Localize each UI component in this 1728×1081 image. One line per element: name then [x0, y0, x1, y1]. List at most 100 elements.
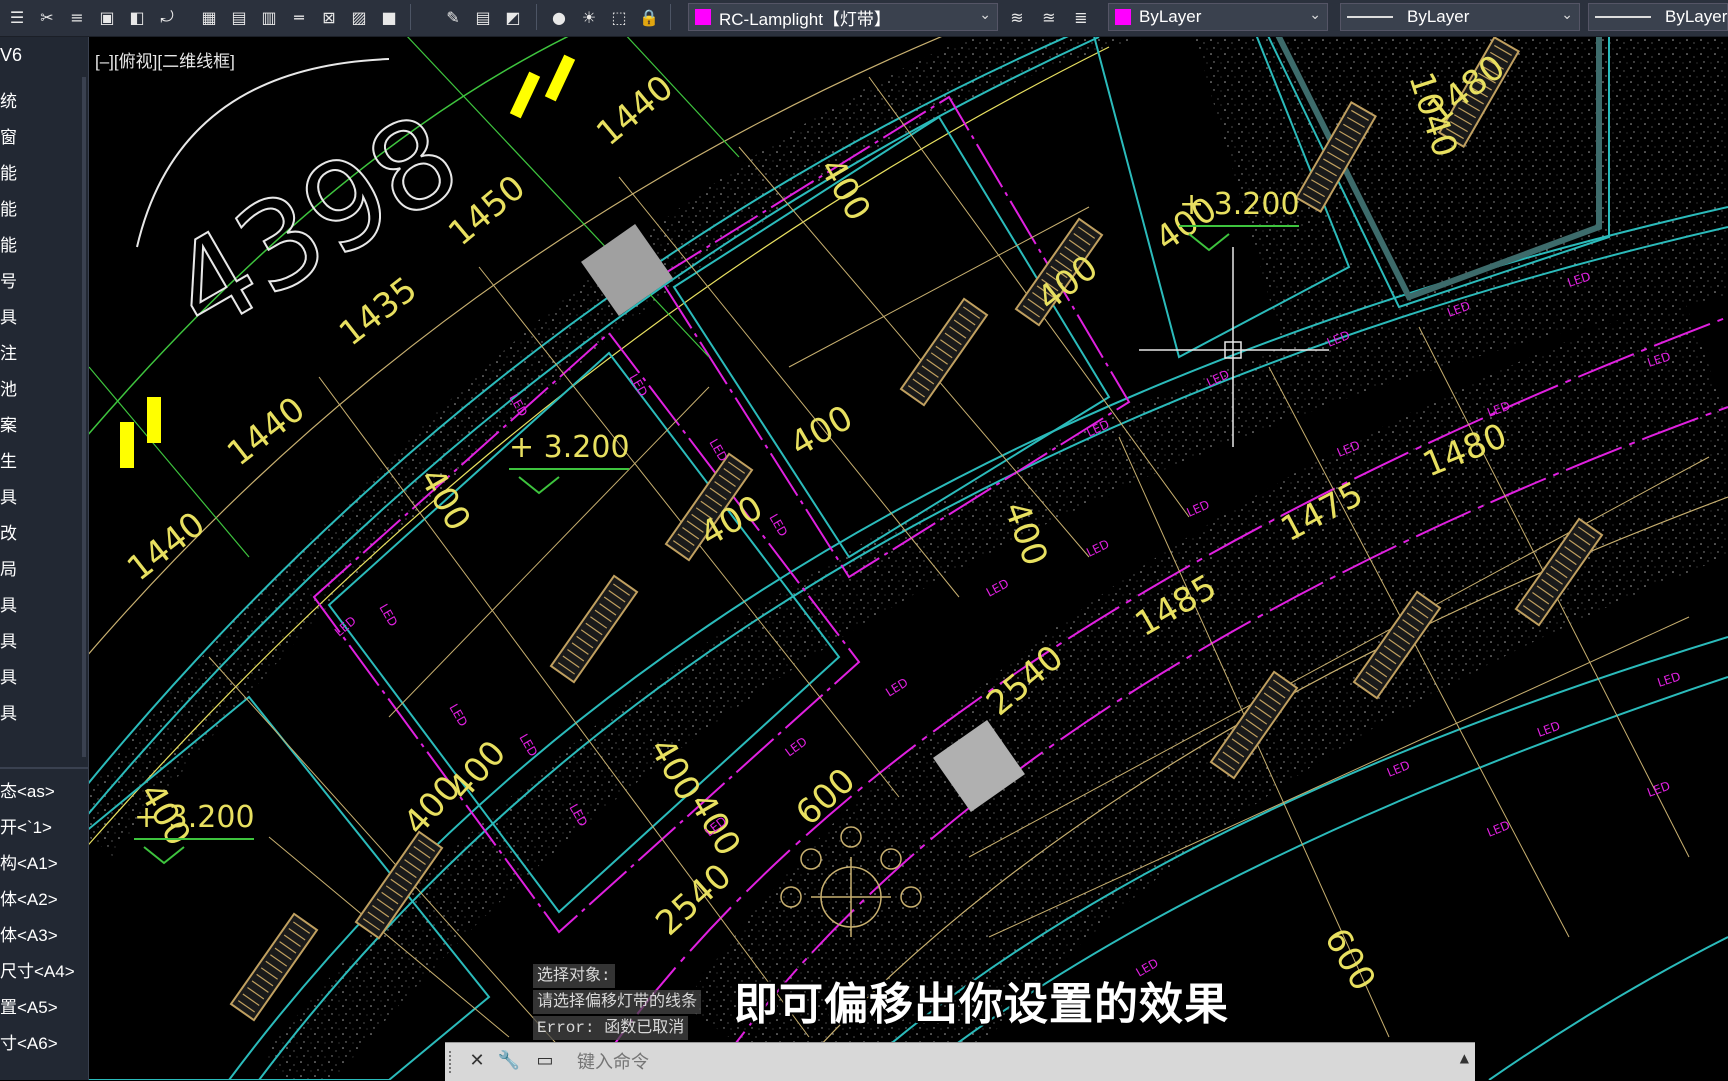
- dimension-label: 2540: [648, 856, 739, 944]
- close-icon[interactable]: ✕: [465, 1049, 489, 1073]
- top-toolbar: ☰ ✂ ≡ ▣ ◧ ⤾ ▦ ▤ ▥ ═ ⊠ ▨ ■ ✎ ▤ ◩ ● ☀ ⬚ 🔒 RC-Lamplight【灯带】 ⌄ …: [0, 0, 1728, 37]
- lock-icon[interactable]: 🔒: [636, 4, 662, 30]
- color-swatch: [1115, 9, 1131, 25]
- layer-state-icon[interactable]: ▣: [94, 4, 120, 30]
- led-label: LED: [1385, 758, 1412, 780]
- palette-item[interactable]: 具: [0, 483, 17, 508]
- chevron-down-icon: ⌄: [1561, 7, 1573, 23]
- layer-walk-icon[interactable]: ◧: [124, 4, 150, 30]
- layer-match-icon[interactable]: ═: [286, 4, 312, 30]
- linetype-dropdown-value: ByLayer: [1407, 7, 1470, 26]
- palette-item[interactable]: 统: [0, 87, 17, 112]
- palette-item[interactable]: 生: [0, 447, 17, 472]
- color-dropdown-value: ByLayer: [1139, 7, 1202, 26]
- palette-item[interactable]: 注: [0, 339, 17, 364]
- elevation-label: + 3.200: [1179, 187, 1300, 222]
- toolbar-separator: [410, 4, 411, 30]
- led-label: LED: [984, 576, 1011, 599]
- palette-item[interactable]: 能: [0, 159, 17, 184]
- palette-item[interactable]: 具: [0, 591, 17, 616]
- led-label: LED: [332, 613, 359, 639]
- palette-shortcut-item[interactable]: 体<A2>: [0, 885, 58, 910]
- layer-lock-icon[interactable]: ▥: [256, 4, 282, 30]
- chevron-down-icon: ⌄: [1309, 7, 1321, 23]
- palette-shortcut-item[interactable]: 态<as>: [0, 777, 55, 802]
- toolbar-separator: [670, 4, 671, 30]
- led-label: LED: [376, 602, 400, 629]
- layer-dropdown[interactable]: RC-Lamplight【灯带】 ⌄: [688, 3, 998, 31]
- led-label: LED: [1084, 537, 1111, 560]
- led-label: LED: [766, 512, 790, 539]
- color-dropdown[interactable]: ByLayer ⌄: [1108, 3, 1328, 31]
- chevron-down-icon: ⌄: [979, 7, 991, 23]
- linetype-dropdown[interactable]: ByLayer ⌄: [1340, 3, 1580, 31]
- palette-shortcut-item[interactable]: 置<A5>: [0, 993, 58, 1018]
- led-label: LED: [1485, 818, 1512, 840]
- palette-item[interactable]: 池: [0, 375, 17, 400]
- layer-merge-icon[interactable]: ⤾: [154, 4, 180, 30]
- light-fixture: [549, 574, 639, 684]
- palette-item[interactable]: 具: [0, 303, 17, 328]
- dimension-label: 1440: [120, 504, 213, 589]
- palette-item[interactable]: 具: [0, 627, 17, 652]
- palette-item[interactable]: 能: [0, 195, 17, 220]
- palette-item[interactable]: 案: [0, 411, 17, 436]
- viewport-freeze-icon[interactable]: ⬚: [606, 4, 632, 30]
- palette-item[interactable]: 窗: [0, 123, 17, 148]
- grip-handle[interactable]: [449, 1051, 457, 1073]
- palette-shortcut-item[interactable]: 开<`1>: [0, 813, 52, 838]
- toolbar-separator: [536, 4, 537, 30]
- layer-state-manager-icon[interactable]: ≣: [1068, 4, 1094, 30]
- video-subtitle: 即可偏移出你设置的效果: [734, 979, 1229, 1030]
- drawing-canvas[interactable]: 4398 1440 1450 1435 1440 1440 400 400 400 400 400…: [89, 37, 1728, 1080]
- palette-shortcut-item[interactable]: 体<A3>: [0, 921, 58, 946]
- sun-freeze-icon[interactable]: ☀: [576, 4, 602, 30]
- palette-item[interactable]: 具: [0, 663, 17, 688]
- lineweight-dropdown[interactable]: ByLayer: [1588, 3, 1728, 31]
- history-up-icon[interactable]: ▲: [1460, 1051, 1469, 1065]
- layer-tool-icon[interactable]: ☰: [4, 4, 30, 30]
- command-input[interactable]: [575, 1047, 1449, 1077]
- palette-item[interactable]: 改: [0, 519, 17, 544]
- layer-properties-icon[interactable]: ▤: [470, 4, 496, 30]
- palette-shortcut-item[interactable]: 尺寸<A4>: [0, 957, 75, 982]
- tool-palette: V6 统窗能能能号具注池案生具改局具具具具 态<as> 开<`1> 构<A1> 体<A…: [0, 37, 89, 1080]
- layer-stack-icon[interactable]: ≡: [64, 4, 90, 30]
- palette-shortcut-item[interactable]: 寸<A6>: [0, 1029, 58, 1054]
- command-history-line: 选择对象:: [533, 964, 615, 988]
- layer-color-swatch: [695, 9, 711, 25]
- palette-title: V6: [0, 45, 23, 65]
- led-label: LED: [883, 675, 910, 699]
- layer-isolate-icon[interactable]: ▦: [196, 4, 222, 30]
- led-label: LED: [1656, 669, 1683, 690]
- tools-icon[interactable]: ✂: [34, 4, 60, 30]
- palette-divider: [0, 767, 88, 769]
- layer-manager-icon[interactable]: ◩: [500, 4, 526, 30]
- make-current-icon[interactable]: ≋: [1004, 4, 1030, 30]
- layer-freeze-icon[interactable]: ▤: [226, 4, 252, 30]
- led-label: LED: [626, 372, 650, 399]
- lisp-icon[interactable]: ✎: [440, 4, 466, 30]
- viewport-controls-label[interactable]: [–][俯视][二维线框]: [95, 47, 235, 72]
- layer-print-icon[interactable]: ▨: [346, 4, 372, 30]
- palette-item[interactable]: 号: [0, 267, 17, 292]
- elevation-label: + 3.200: [509, 430, 630, 465]
- led-label: LED: [1645, 779, 1672, 800]
- layer-dropdown-value: RC-Lamplight【灯带】: [719, 9, 891, 29]
- palette-scrollbar[interactable]: [82, 77, 86, 757]
- cad-drawing[interactable]: 4398 14401450143514401440400400 400400400…: [89, 37, 1728, 1080]
- command-prompt-icon[interactable]: ▭: [533, 1049, 557, 1073]
- bulb-on-icon[interactable]: ●: [546, 4, 572, 30]
- layer-color-icon[interactable]: ■: [376, 4, 402, 30]
- palette-item[interactable]: 具: [0, 699, 17, 724]
- palette-item[interactable]: 能: [0, 231, 17, 256]
- command-bar: ✕ 🔧 ▭ ▲: [445, 1042, 1475, 1081]
- layer-previous-icon[interactable]: ≊: [1036, 4, 1062, 30]
- wrench-icon[interactable]: 🔧: [497, 1049, 521, 1073]
- palette-item[interactable]: 局: [0, 555, 17, 580]
- command-history-line: Error: 函数已取消: [533, 1016, 689, 1040]
- palette-shortcut-item[interactable]: 构<A1>: [0, 849, 58, 874]
- layer-delete-icon[interactable]: ⊠: [316, 4, 342, 30]
- led-label: LED: [446, 702, 470, 729]
- dimension-label: 400: [784, 398, 860, 465]
